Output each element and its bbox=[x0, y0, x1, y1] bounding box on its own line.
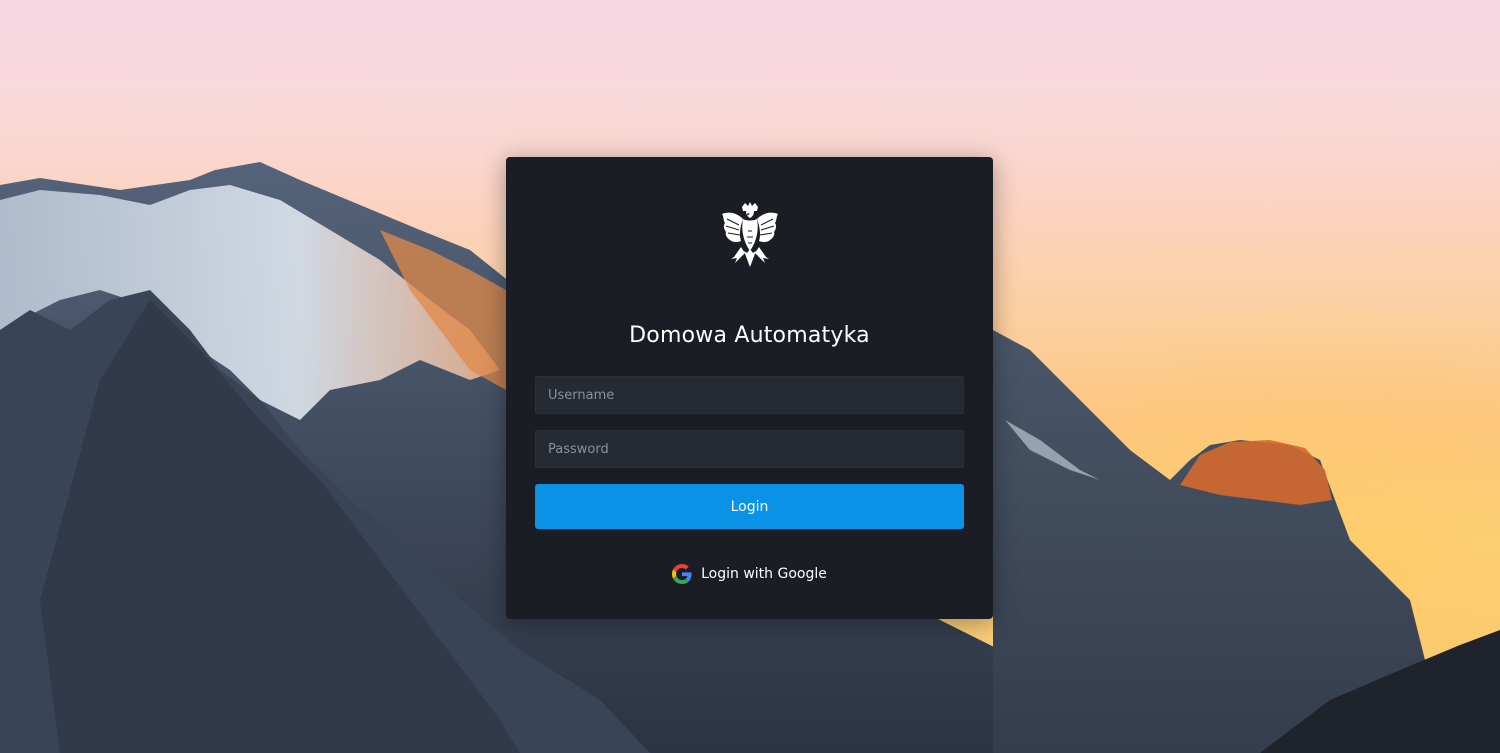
polish-eagle-emblem-icon bbox=[722, 202, 778, 267]
login-button[interactable]: Login bbox=[535, 484, 964, 529]
username-input[interactable] bbox=[535, 376, 964, 414]
app-title: Domowa Automatyka bbox=[629, 323, 870, 348]
password-input[interactable] bbox=[535, 430, 964, 468]
login-page: Domowa Automatyka Login Login with Googl… bbox=[0, 0, 1500, 753]
google-login-label: Login with Google bbox=[701, 566, 827, 582]
login-card: Domowa Automatyka Login Login with Googl… bbox=[506, 157, 993, 619]
google-g-icon bbox=[672, 564, 692, 584]
login-with-google-button[interactable]: Login with Google bbox=[506, 560, 993, 588]
